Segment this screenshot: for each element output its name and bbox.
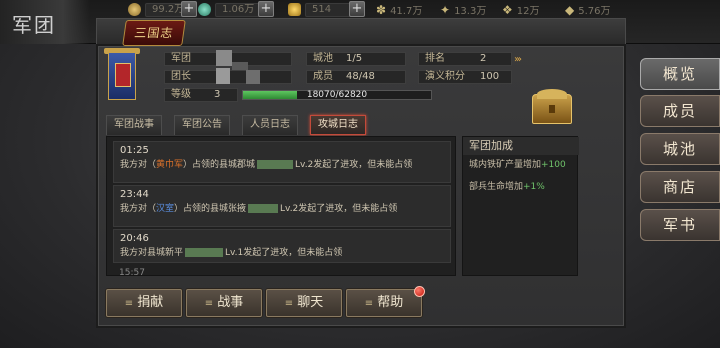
log-faction: 汉室	[156, 204, 175, 214]
help-button[interactable]: ≡ 帮助	[346, 289, 422, 317]
legion-banner-icon	[108, 52, 136, 100]
help-icon: ≡	[364, 298, 374, 309]
add-jade-button[interactable]: +	[258, 1, 274, 17]
tab-member-log[interactable]: 人员日志	[242, 115, 298, 135]
log-time: 01:25	[120, 145, 149, 156]
food-resource: ✽ 41.7万	[376, 2, 423, 18]
rank-chevron-icon[interactable]: ›››	[514, 54, 522, 65]
wood-icon: ✦	[440, 2, 451, 17]
food-value: 41.7万	[390, 6, 423, 17]
log-faction: 黄巾军	[156, 160, 184, 170]
legion-leader-mosaic-2	[216, 68, 230, 84]
log-entry: 01:25 我方对（黄巾军）占领的县城郡城 Lv.2发起了进攻，但未能占领	[113, 141, 451, 183]
game-logo: 三国志	[122, 20, 186, 46]
siege-log-list[interactable]: 01:25 我方对（黄巾军）占领的县城郡城 Lv.2发起了进攻，但未能占领 23:…	[106, 136, 456, 276]
donate-icon: ≡	[124, 298, 134, 309]
jade-value: 1.06万	[215, 2, 262, 17]
jade-resource: 1.06万	[198, 2, 262, 17]
redacted-coordinates	[257, 160, 294, 169]
tab-legion-battles[interactable]: 军团战事	[106, 115, 162, 135]
page-title: 军团	[0, 0, 90, 44]
nav-cities[interactable]: 城池	[640, 133, 720, 165]
wood-resource: ✦ 13.3万	[440, 2, 487, 18]
log-entry: 20:46 我方对县城新平 Lv.1发起了进攻，但未能占领	[113, 229, 451, 263]
stone-value: 12万	[516, 6, 540, 17]
stone-icon: ❖	[502, 2, 513, 17]
redacted-coordinates	[185, 248, 224, 257]
log-time: 20:46	[120, 233, 149, 244]
rank-value: 2	[480, 53, 487, 64]
tab-siege-log[interactable]: 攻城日志	[310, 115, 366, 135]
add-gold-button[interactable]: +	[349, 1, 365, 17]
iron-icon: ◆	[565, 2, 575, 17]
redacted-coordinates	[248, 204, 279, 213]
log-text: 我方对（黄巾军）占领的县城郡城 Lv.2发起了进攻，但未能占领	[120, 160, 413, 170]
points-value: 100	[480, 71, 500, 82]
notification-dot-icon	[414, 286, 425, 297]
stone-resource: ❖ 12万	[502, 2, 540, 18]
log-entry: 23:44 我方对（汉室）占领的县城张掖 Lv.2发起了进攻，但未能占领	[113, 185, 451, 227]
legion-name-mosaic	[216, 50, 232, 66]
legion-level-value: 3	[214, 89, 221, 100]
nav-shop[interactable]: 商店	[640, 171, 720, 203]
rank-label: 排名	[418, 52, 512, 66]
iron-resource: ◆ 5.76万	[565, 2, 611, 18]
jade-icon	[198, 3, 211, 16]
bonus-line: 城内铁矿产量增加+100	[469, 160, 566, 170]
log-text: 我方对（汉室）占领的县城张掖 Lv.2发起了进攻，但未能占领	[120, 204, 398, 214]
tab-legion-notice[interactable]: 军团公告	[174, 115, 230, 135]
wheat-icon: ✽	[376, 2, 387, 17]
battle-icon: ≡	[204, 298, 214, 309]
bonus-line: 部兵生命增加+1%	[469, 182, 545, 192]
treasure-chest-icon[interactable]	[532, 89, 572, 124]
wood-value: 13.3万	[454, 6, 487, 17]
chat-button[interactable]: ≡ 聊天	[266, 289, 342, 317]
legion-leader-mosaic-3	[246, 70, 260, 84]
battles-button[interactable]: ≡ 战事	[186, 289, 262, 317]
nav-military-book[interactable]: 军书	[640, 209, 720, 241]
nav-members[interactable]: 成员	[640, 95, 720, 127]
donate-button[interactable]: ≡ 捐献	[106, 289, 182, 317]
top-bar: 军团 99.2万 + 1.06万 + 514 + ✽ 41.7万 ✦ 13.3万…	[0, 0, 720, 44]
members-value: 48/48	[346, 71, 375, 82]
bonus-title: 军团加成	[463, 137, 579, 155]
nav-overview[interactable]: 概览	[640, 58, 720, 90]
iron-value: 5.76万	[578, 6, 611, 17]
coin-icon	[128, 3, 141, 16]
legion-level-label: 等级	[164, 88, 238, 102]
gold-ingot-icon	[288, 3, 301, 16]
chat-icon: ≡	[284, 298, 294, 309]
add-copper-button[interactable]: +	[181, 1, 197, 17]
log-text: 我方对县城新平 Lv.1发起了进攻，但未能占领	[120, 248, 343, 258]
legion-exp-text: 18070/62820	[306, 90, 368, 100]
cities-value: 1/5	[346, 53, 363, 64]
log-time-partial: 15:57	[119, 268, 145, 276]
log-time: 23:44	[120, 189, 149, 200]
legion-bonus-panel: 军团加成 城内铁矿产量增加+100 部兵生命增加+1%	[462, 136, 579, 276]
